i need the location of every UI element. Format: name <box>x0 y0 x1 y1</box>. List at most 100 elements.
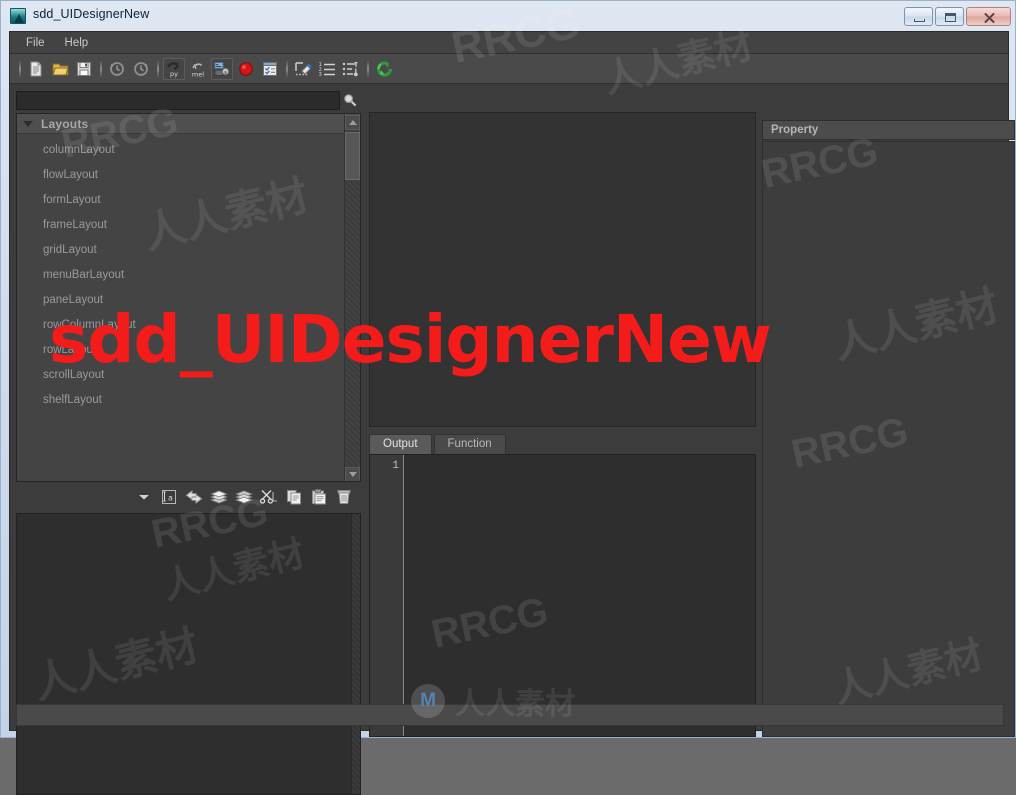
undo-button[interactable] <box>106 58 128 80</box>
settings-list-icon <box>342 61 360 77</box>
hierarchy-scrollbar[interactable] <box>351 514 360 794</box>
ui-build-icon <box>213 60 231 78</box>
app-body: File Help py mel 1 2 3 Layouts columnLay… <box>9 31 1015 795</box>
toolbar-separator <box>16 59 23 78</box>
eraser-select-icon <box>294 61 313 77</box>
status-bar <box>16 704 1004 726</box>
output-tab-strip: Output Function <box>369 434 756 454</box>
tree-item[interactable]: flowLayout <box>17 163 360 188</box>
refresh-button[interactable] <box>373 58 395 80</box>
cut-button[interactable] <box>258 488 280 510</box>
application-window: sdd_UIDesignerNew File Help py mel 1 2 3… <box>0 0 1016 795</box>
svg-text:py: py <box>170 70 178 78</box>
toolbar-separator <box>97 59 104 78</box>
options-button[interactable] <box>340 58 362 80</box>
tree-item-list: columnLayout flowLayout formLayout frame… <box>17 134 360 413</box>
property-panel-header[interactable]: Property <box>762 120 1015 140</box>
scroll-down-arrow-icon[interactable] <box>345 467 360 481</box>
chevron-down-icon <box>23 120 33 127</box>
cut-scissors-icon <box>259 489 278 510</box>
scroll-up-arrow-icon[interactable] <box>345 115 360 130</box>
new-document-icon <box>28 61 44 77</box>
toolbar-separator <box>364 59 371 78</box>
open-file-button[interactable] <box>49 58 71 80</box>
tab-function[interactable]: Function <box>433 434 506 454</box>
tree-item[interactable]: paneLayout <box>17 288 360 313</box>
ordered-list-button[interactable]: 1 2 3 <box>316 58 338 80</box>
record-dot-icon <box>238 61 254 77</box>
tree-item[interactable]: gridLayout <box>17 238 360 263</box>
layers-up-icon <box>210 489 228 510</box>
search-input[interactable] <box>16 90 340 110</box>
minimize-button[interactable] <box>904 7 933 26</box>
window-controls <box>902 7 1011 26</box>
tree-item[interactable]: frameLayout <box>17 213 360 238</box>
hierarchy-panel[interactable] <box>16 513 361 795</box>
maya-app-icon <box>10 8 26 24</box>
center-panel: Output Function 1 <box>369 112 756 737</box>
maximize-button[interactable] <box>935 7 964 26</box>
tab-output[interactable]: Output <box>369 434 432 454</box>
menu-bar: File Help <box>10 32 1008 54</box>
trash-icon <box>336 489 352 510</box>
open-folder-icon <box>51 61 69 77</box>
tree-item[interactable]: shelfLayout <box>17 388 360 413</box>
move-up-button[interactable] <box>208 488 230 510</box>
redo-button[interactable] <box>130 58 152 80</box>
undo-clock-icon <box>108 61 126 77</box>
tree-item[interactable]: menuBarLayout <box>17 263 360 288</box>
scrollbar-thumb[interactable] <box>345 132 360 180</box>
paste-icon <box>311 488 327 510</box>
paste-button[interactable] <box>308 488 330 510</box>
tool-menu-dropdown[interactable] <box>133 488 155 510</box>
clear-button[interactable] <box>292 58 314 80</box>
output-text-area[interactable] <box>404 455 755 736</box>
tree-group-layouts[interactable]: Layouts <box>17 114 360 134</box>
redo-clock-icon <box>132 61 150 77</box>
refresh-green-icon <box>375 60 394 78</box>
new-file-button[interactable] <box>25 58 47 80</box>
menu-item-file[interactable]: File <box>16 35 55 51</box>
menu-item-help[interactable]: Help <box>55 35 99 51</box>
widget-tree-panel: Layouts columnLayout flowLayout formLayo… <box>16 113 361 482</box>
tree-item[interactable]: formLayout <box>17 188 360 213</box>
checklist-icon <box>262 61 278 77</box>
line-number-gutter: 1 <box>370 455 404 736</box>
tree-scrollbar[interactable] <box>344 115 360 481</box>
tree-item[interactable]: rowLayout <box>17 338 360 363</box>
tree-item[interactable]: scrollLayout <box>17 363 360 388</box>
save-file-button[interactable] <box>73 58 95 80</box>
edit-toolbar: a <box>16 486 361 512</box>
copy-button[interactable] <box>283 488 305 510</box>
swap-button[interactable] <box>183 488 205 510</box>
search-icon[interactable] <box>340 91 359 110</box>
checklist-button[interactable] <box>259 58 281 80</box>
rename-button[interactable]: a <box>158 488 180 510</box>
arrows-swap-icon <box>185 489 203 510</box>
tree-item[interactable]: columnLayout <box>17 138 360 163</box>
build-ui-button[interactable] <box>211 57 233 80</box>
title-bar: sdd_UIDesignerNew <box>1 1 1016 31</box>
move-down-button[interactable] <box>233 488 255 510</box>
record-button[interactable] <box>235 58 257 80</box>
svg-text:a: a <box>168 493 173 502</box>
close-button[interactable] <box>966 7 1011 26</box>
left-panel: Layouts columnLayout flowLayout formLayo… <box>16 90 361 795</box>
python-script-icon: py <box>165 60 183 78</box>
mel-button[interactable]: mel <box>187 58 209 80</box>
scrollbar-track[interactable] <box>345 181 360 466</box>
tree-group-label: Layouts <box>41 116 89 131</box>
python-button[interactable]: py <box>163 57 185 80</box>
property-panel-title: Property <box>771 124 819 136</box>
delete-button[interactable] <box>333 488 355 510</box>
property-panel-body[interactable] <box>762 141 1015 737</box>
maximize-icon <box>945 13 956 22</box>
svg-text:3: 3 <box>319 72 322 77</box>
design-canvas[interactable] <box>369 112 756 427</box>
tree-item[interactable]: rowColumnLayout <box>17 313 360 338</box>
right-panel: Property <box>762 112 1016 737</box>
minimize-icon <box>914 19 925 22</box>
layers-down-icon <box>235 489 253 510</box>
toolbar-separator <box>283 59 290 78</box>
mel-script-icon: mel <box>189 60 207 78</box>
